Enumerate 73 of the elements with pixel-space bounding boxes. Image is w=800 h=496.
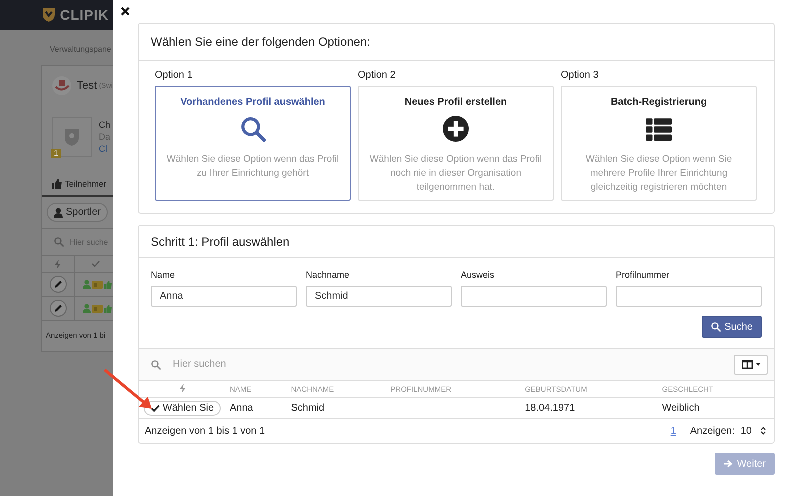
pencil-icon xyxy=(54,304,62,313)
check-icon xyxy=(92,261,100,267)
lightning-icon xyxy=(180,384,186,392)
breadcrumb[interactable]: Verwaltungspane xyxy=(0,30,112,65)
arrow-right-icon xyxy=(724,460,734,468)
person-icon xyxy=(83,304,91,313)
search-button[interactable]: Suche xyxy=(702,316,762,338)
brand-name: CLIPIK xyxy=(60,7,109,23)
table-summary: Anzeigen von 1 bis 1 von 1 xyxy=(145,426,266,436)
shield-star-icon xyxy=(64,127,80,147)
field-label: Profilnummer xyxy=(616,270,671,280)
option-label: Option 3 xyxy=(561,70,600,81)
input-field[interactable]: Schmid xyxy=(306,286,452,307)
caret-icon xyxy=(756,363,760,366)
club-name: Test xyxy=(77,80,98,92)
event-link[interactable]: Cl xyxy=(99,143,111,155)
search-icon xyxy=(240,116,266,142)
thumbs-up-icon xyxy=(52,179,62,189)
option-description: Wählen Sie diese Option wenn das Profil zu Ihrer Einrichtung gehört xyxy=(166,153,340,181)
table-cell: Anna xyxy=(226,398,288,418)
field-label: Name xyxy=(151,270,176,280)
edit-button[interactable] xyxy=(50,300,66,317)
option-description: Wählen Sie diese Option wenn Sie mehrere Profile Ihrer Einrichtung gleichzeitig registrieren möchten xyxy=(584,153,734,195)
search-icon xyxy=(151,360,161,370)
annotation-arrow xyxy=(103,368,155,412)
sort-arrows-icon xyxy=(761,427,766,435)
option-card[interactable]: Batch-Registrierung Wählen Sie diese Option wenn Sie mehrere Profile Ihrer Einrichtung gleichzeitig registrieren möchten xyxy=(561,86,757,201)
option-label: Option 2 xyxy=(358,70,397,81)
list-icon xyxy=(646,116,672,142)
input-field[interactable] xyxy=(616,286,762,307)
id-card-icon xyxy=(92,280,103,288)
edit-button[interactable] xyxy=(50,276,66,293)
search-field[interactable]: Hier suchen xyxy=(139,348,774,381)
pencil-icon xyxy=(54,280,62,289)
input-field[interactable]: Anna xyxy=(151,286,297,307)
thumbs-up-icon xyxy=(104,304,112,312)
page-size-select[interactable]: 10 xyxy=(740,426,766,436)
id-card-icon xyxy=(92,304,103,312)
shield-logo-icon xyxy=(42,7,56,23)
option-title: Neues Profil erstellen xyxy=(404,97,508,108)
field-label: Nachname xyxy=(306,270,351,280)
option-card[interactable]: Neues Profil erstellen Wählen Sie diese Option wenn das Profil noch nie in dieser Organisation teilgenommen hat. xyxy=(358,86,554,201)
search-icon xyxy=(710,322,721,332)
club-logo-icon xyxy=(52,76,72,96)
athletes-button[interactable]: Sportler xyxy=(47,203,108,222)
table-cell: Schmid xyxy=(287,398,387,418)
plus-circle-icon xyxy=(443,116,469,142)
option-label: Option 1 xyxy=(155,70,194,81)
select-button[interactable]: Wählen Sie xyxy=(144,400,222,416)
event-text: Ch xyxy=(99,119,111,131)
search-icon xyxy=(54,237,64,247)
columns-button[interactable] xyxy=(734,354,768,374)
card-title: Wählen Sie eine der folgenden Optionen: xyxy=(139,24,774,61)
input-field[interactable] xyxy=(461,286,607,307)
person-icon xyxy=(54,208,63,218)
table-cell: 18.04.1971 xyxy=(521,398,658,418)
page-size-label: Anzeigen: xyxy=(690,426,735,436)
search-input[interactable]: Hier suchen xyxy=(173,359,722,370)
option-description: Wählen Sie diese Option wenn das Profil noch nie in dieser Organisation teilgenommen hat. xyxy=(368,153,544,195)
option-card[interactable]: Vorhandenes Profil auswählen Wählen Sie diese Option wenn das Profil zu Ihrer Einrichtung gehört xyxy=(155,86,351,201)
card-title: Schritt 1: Profil auswählen xyxy=(139,226,774,258)
check-icon xyxy=(150,404,160,412)
option-title: Vorhandenes Profil auswählen xyxy=(180,97,326,108)
close-icon[interactable] xyxy=(121,7,130,16)
option-title: Batch-Registrierung xyxy=(610,97,708,108)
thumbs-up-icon xyxy=(104,280,112,288)
lightning-icon xyxy=(55,260,61,268)
field-label: Ausweis xyxy=(461,270,496,280)
page-link[interactable]: 1 xyxy=(670,426,676,436)
person-icon xyxy=(83,280,91,289)
count-badge: 1 xyxy=(51,149,62,158)
columns-icon xyxy=(742,360,752,369)
table-cell: Weiblich xyxy=(658,398,774,418)
